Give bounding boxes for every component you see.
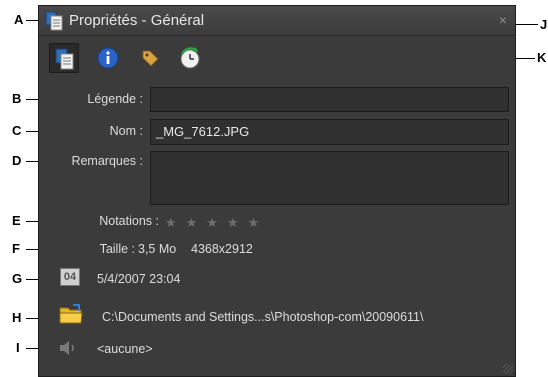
callout-i: I [16, 340, 20, 355]
calendar-icon-day: 04 [63, 271, 77, 283]
size-value: 3,5 Mo [138, 242, 177, 256]
name-label: Nom : [109, 124, 143, 138]
tab-general[interactable] [49, 43, 79, 73]
date-value: 5/4/2007 23:04 [97, 272, 181, 286]
callout-c: C [12, 123, 22, 138]
name-field[interactable]: _MG_7612.JPG [150, 119, 509, 145]
callout-d: D [12, 153, 22, 168]
close-button[interactable]: × [499, 12, 507, 28]
window-title: Propriétés - Général [69, 12, 205, 29]
properties-doc-icon [45, 11, 63, 31]
properties-doc-icon [55, 48, 75, 75]
callout-f: F [12, 241, 20, 256]
tab-bar [39, 37, 515, 77]
title-bar: Propriétés - Général × [39, 6, 515, 36]
callout-g: G [12, 271, 23, 286]
ratings-label: Notations : [99, 214, 159, 228]
tab-tags[interactable] [135, 43, 165, 73]
callout-a: A [14, 12, 24, 27]
info-icon [97, 47, 119, 74]
file-path-value: C:\Documents and Settings...s\Photoshop-… [102, 310, 424, 324]
tag-icon [140, 48, 160, 73]
size-label: Taille : [99, 242, 135, 256]
notes-label: Remarques : [71, 154, 143, 168]
audio-value: <aucune> [97, 342, 153, 356]
tab-history[interactable] [175, 43, 205, 73]
caption-field[interactable] [150, 87, 509, 112]
tab-info[interactable] [93, 43, 123, 73]
callout-k: K [537, 50, 547, 65]
rating-stars[interactable]: ★★★★★ [165, 215, 268, 231]
caption-label: Légende : [87, 92, 143, 106]
callout-j: J [540, 17, 548, 32]
dimensions-value: 4368x2912 [191, 242, 253, 256]
properties-panel: Propriétés - Général × Légende: Nom: _… [38, 5, 516, 377]
callout-b: B [12, 91, 22, 106]
folder-icon [59, 303, 83, 330]
callout-e: E [12, 213, 21, 228]
speaker-icon [59, 340, 77, 361]
resize-grip[interactable] [503, 364, 513, 374]
history-clock-icon [178, 46, 202, 75]
calendar-icon: 04 [60, 268, 80, 286]
callout-h: H [12, 310, 22, 325]
notes-field[interactable] [150, 151, 509, 205]
